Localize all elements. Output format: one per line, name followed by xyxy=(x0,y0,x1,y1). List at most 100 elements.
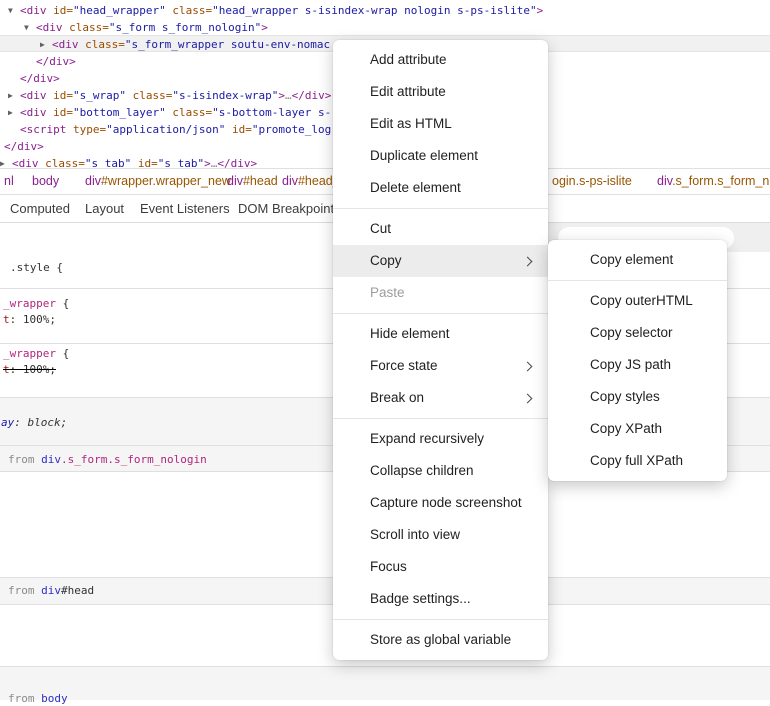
style-rule-text: ay: block; xyxy=(1,415,67,430)
breadcrumb-item[interactable]: div.s_form.s_form_nolog xyxy=(657,169,770,194)
dom-tree-node[interactable]: </div> xyxy=(20,70,60,87)
submenu-item-copy-selector[interactable]: Copy selector xyxy=(548,317,727,349)
code-token: block; xyxy=(28,416,68,429)
code-token: : 100%; xyxy=(10,313,56,326)
code-token: type= xyxy=(73,123,106,136)
tab-dom-breakpoints[interactable]: DOM Breakpoints xyxy=(238,195,341,222)
code-token: </div> xyxy=(4,140,44,153)
dom-tree-node[interactable]: </div> xyxy=(36,53,76,70)
menu-item-capture-node-screenshot[interactable]: Capture node screenshot xyxy=(333,487,548,519)
submenu-item-copy-js-path[interactable]: Copy JS path xyxy=(548,349,727,381)
tab-event-listeners[interactable]: Event Listeners xyxy=(140,195,230,222)
breadcrumb-item[interactable]: div#wrapper.wrapper_new xyxy=(85,169,231,194)
breadcrumb-item[interactable]: ogin.s-ps-islite xyxy=(552,169,632,194)
style-rule-text: t: 100%; xyxy=(3,362,56,377)
menu-item-expand-recursively[interactable]: Expand recursively xyxy=(333,423,548,455)
menu-separator xyxy=(548,280,727,281)
dom-tree-node-selected[interactable]: ▶<div class="s_form_wrapper soutu-env-no… xyxy=(52,36,330,53)
breadcrumb-item[interactable]: nl xyxy=(4,169,14,194)
code-token: div xyxy=(657,174,672,188)
collapse-arrow-icon[interactable]: ▼ xyxy=(24,19,36,36)
dom-tree-node[interactable]: ▼<div id="head_wrapper" class="head_wrap… xyxy=(20,2,543,19)
code-token: "s_wrap" xyxy=(73,89,126,102)
submenu-item-copy-styles[interactable]: Copy styles xyxy=(548,381,727,413)
code-token: body xyxy=(41,692,68,705)
code-token: id= xyxy=(53,106,73,119)
code-token: { xyxy=(56,297,69,310)
submenu-item-copy-outerhtml[interactable]: Copy outerHTML xyxy=(548,285,727,317)
menu-item-focus[interactable]: Focus xyxy=(333,551,548,583)
code-token xyxy=(225,123,232,136)
style-rule-text: from div.s_form.s_form_nologin xyxy=(8,452,207,467)
menu-item-edit-as-html[interactable]: Edit as HTML xyxy=(333,108,548,140)
breadcrumb-item[interactable]: body xyxy=(32,169,59,194)
menu-item-copy[interactable]: Copy xyxy=(333,245,548,277)
code-token: "promote_log xyxy=(252,123,331,136)
code-token xyxy=(126,89,133,102)
tab-layout[interactable]: Layout xyxy=(85,195,124,222)
expand-arrow-icon[interactable]: ▶ xyxy=(8,87,20,104)
code-token: id= xyxy=(53,4,73,17)
submenu-item-copy-element[interactable]: Copy element xyxy=(548,244,727,276)
breadcrumb-item[interactable]: div#head xyxy=(227,169,278,194)
menu-item-paste[interactable]: Paste xyxy=(333,277,548,309)
dom-tree-node[interactable]: </div> xyxy=(4,138,44,155)
submenu-item-copy-xpath[interactable]: Copy XPath xyxy=(548,413,727,445)
menu-item-delete-element[interactable]: Delete element xyxy=(333,172,548,204)
menu-item-cut[interactable]: Cut xyxy=(333,213,548,245)
menu-separator xyxy=(333,619,548,620)
menu-item-edit-attribute[interactable]: Edit attribute xyxy=(333,76,548,108)
code-token: t xyxy=(3,313,10,326)
submenu-item-copy-full-xpath[interactable]: Copy full XPath xyxy=(548,445,727,477)
code-token: from xyxy=(8,584,41,597)
menu-separator xyxy=(333,313,548,314)
dom-tree-node[interactable]: ▼<div class="s_form s_form_nologin"> xyxy=(36,19,268,36)
style-rule-text: .style { xyxy=(10,260,63,275)
menu-item-store-as-global-variable[interactable]: Store as global variable xyxy=(333,624,548,656)
code-token: id= xyxy=(53,89,73,102)
code-token: ogin.s-ps-islite xyxy=(552,174,632,188)
menu-item-break-on[interactable]: Break on xyxy=(333,382,548,414)
collapse-arrow-icon[interactable]: ▼ xyxy=(8,2,20,19)
code-token: class= xyxy=(69,21,109,34)
menu-item-hide-element[interactable]: Hide element xyxy=(333,318,548,350)
menu-item-add-attribute[interactable]: Add attribute xyxy=(333,44,548,76)
style-rule-text: from div#head xyxy=(8,583,94,598)
code-token: "s_form_wrapper soutu-env-nomac xyxy=(125,38,330,51)
code-token: : xyxy=(14,416,27,429)
expand-arrow-icon[interactable]: ▶ xyxy=(40,36,52,53)
style-rule-text: from body xyxy=(8,691,68,706)
code-token: "s-isindex-wrap" xyxy=(172,89,278,102)
code-token: > xyxy=(278,89,285,102)
dom-tree-node[interactable]: ▶<div id="bottom_layer" class="s-bottom-… xyxy=(20,104,331,121)
code-token: "application/json" xyxy=(106,123,225,136)
menu-item-force-state[interactable]: Force state xyxy=(333,350,548,382)
menu-item-collapse-children[interactable]: Collapse children xyxy=(333,455,548,487)
code-token: "head_wrapper" xyxy=(73,4,166,17)
expand-arrow-icon[interactable]: ▶ xyxy=(8,104,20,121)
code-token: nl xyxy=(4,174,14,188)
style-rule-text: _wrapper { xyxy=(3,346,69,361)
dom-tree-node[interactable]: ▶<div id="s_wrap" class="s-isindex-wrap"… xyxy=(20,87,331,104)
code-token: class= xyxy=(172,4,212,17)
code-token: #head xyxy=(243,174,278,188)
dom-tree-node[interactable]: <script type="application/json" id="prom… xyxy=(20,121,331,138)
code-token: _wrapper xyxy=(3,297,56,310)
code-token: from xyxy=(8,692,41,705)
submenu-chevron-icon xyxy=(523,362,533,372)
code-token: div xyxy=(282,174,298,188)
submenu-chevron-icon xyxy=(523,394,533,404)
menu-item-badge-settings[interactable]: Badge settings... xyxy=(333,583,548,615)
tab-computed[interactable]: Computed xyxy=(10,195,70,222)
context-menu: Add attributeEdit attributeEdit as HTMLD… xyxy=(333,40,548,660)
code-token: div xyxy=(85,174,101,188)
menu-item-scroll-into-view[interactable]: Scroll into view xyxy=(333,519,548,551)
code-token: class= xyxy=(133,89,173,102)
code-token: class= xyxy=(85,38,125,51)
code-token: class= xyxy=(172,106,212,119)
menu-item-duplicate-element[interactable]: Duplicate element xyxy=(333,140,548,172)
devtools-window: { "dom_tree": { "lines": [ {"indent":20,… xyxy=(0,0,770,700)
code-token: { xyxy=(56,347,69,360)
code-token: </div> xyxy=(292,89,332,102)
menu-separator xyxy=(333,418,548,419)
